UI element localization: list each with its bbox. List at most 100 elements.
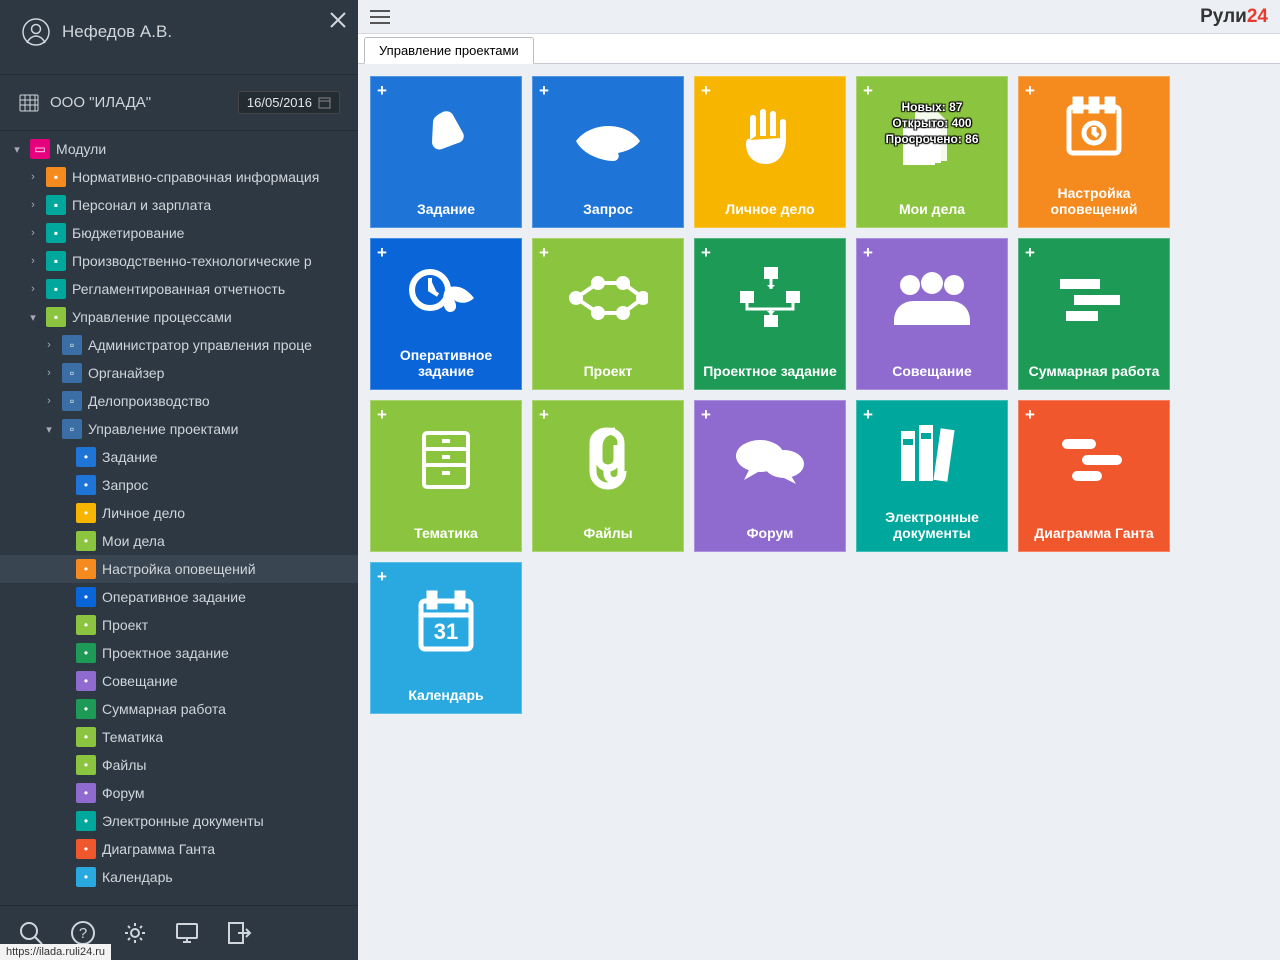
tree-leaf-9[interactable]: • Суммарная работа xyxy=(0,695,358,723)
tree-proc-2[interactable]: › ▫ Делопроизводство xyxy=(0,387,358,415)
leaf-icon: • xyxy=(76,615,96,635)
leaf-icon: • xyxy=(76,839,96,859)
tile-title: Личное дело xyxy=(721,195,818,227)
tree-leaf-1[interactable]: • Запрос xyxy=(0,471,358,499)
tree-leaf-13[interactable]: • Электронные документы xyxy=(0,807,358,835)
status-url: https://ilada.ruli24.ru xyxy=(0,944,111,960)
plus-icon[interactable]: + xyxy=(701,81,711,101)
tree-label: Тематика xyxy=(102,729,163,745)
menu-button[interactable] xyxy=(370,9,390,25)
tile-4[interactable]: + Настройка оповещений xyxy=(1018,76,1170,228)
tree-module-3[interactable]: › ▪ Производственно-технологические р xyxy=(0,247,358,275)
plus-icon[interactable]: + xyxy=(863,405,873,425)
module-icon: ▪ xyxy=(46,251,66,271)
tile-11[interactable]: + Файлы xyxy=(532,400,684,552)
chevron-down-icon: ▾ xyxy=(10,143,24,156)
tree-proc-1[interactable]: › ▫ Органайзер xyxy=(0,359,358,387)
tile-12[interactable]: + Форум xyxy=(694,400,846,552)
user-name: Нефедов А.В. xyxy=(62,22,172,42)
monitor-button[interactable] xyxy=(174,920,200,946)
plus-icon[interactable]: + xyxy=(1025,405,1035,425)
leaf-icon: • xyxy=(76,867,96,887)
tree-root-modules[interactable]: ▾ ▭ Модули xyxy=(0,135,358,163)
tile-7[interactable]: + Проектное задание xyxy=(694,238,846,390)
tile-15[interactable]: + 31 Календарь xyxy=(370,562,522,714)
tree-label: Календарь xyxy=(102,869,173,885)
main-area: Рули24 Управление проектами + Задание + … xyxy=(358,0,1280,960)
plus-icon[interactable]: + xyxy=(539,405,549,425)
tree-label: Модули xyxy=(56,141,106,157)
tile-title: Диаграмма Ганта xyxy=(1030,519,1157,551)
tree-label: Персонал и зарплата xyxy=(72,197,211,213)
plus-icon[interactable]: + xyxy=(377,243,387,263)
tree-module-1[interactable]: › ▪ Персонал и зарплата xyxy=(0,191,358,219)
tile-14[interactable]: + Диаграмма Ганта xyxy=(1018,400,1170,552)
tile-13[interactable]: + Электронные документы xyxy=(856,400,1008,552)
tile-2[interactable]: + Личное дело xyxy=(694,76,846,228)
leaf-icon: • xyxy=(76,727,96,747)
tile-6[interactable]: + Проект xyxy=(532,238,684,390)
date-field[interactable]: 16/05/2016 xyxy=(238,91,340,114)
search-button[interactable] xyxy=(18,920,44,946)
tile-title: Файлы xyxy=(579,519,636,551)
plus-icon[interactable]: + xyxy=(1025,243,1035,263)
tile-10[interactable]: + Тематика xyxy=(370,400,522,552)
module-icon: ▪ xyxy=(46,307,66,327)
tree-leaf-3[interactable]: • Мои дела xyxy=(0,527,358,555)
org-name: ООО "ИЛАДА" xyxy=(50,94,228,111)
tile-9[interactable]: + Суммарная работа xyxy=(1018,238,1170,390)
tree-leaf-12[interactable]: • Форум xyxy=(0,779,358,807)
plus-icon[interactable]: + xyxy=(863,243,873,263)
tree-leaf-8[interactable]: • Совещание xyxy=(0,667,358,695)
module-icon: ▪ xyxy=(46,195,66,215)
plus-icon[interactable]: + xyxy=(377,567,387,587)
plus-icon[interactable]: + xyxy=(539,81,549,101)
tile-0[interactable]: + Задание xyxy=(370,76,522,228)
tree-module-5[interactable]: ▾ ▪ Управление процессами xyxy=(0,303,358,331)
tree-label: Мои дела xyxy=(102,533,165,549)
tile-5[interactable]: + Оперативное задание xyxy=(370,238,522,390)
tree-leaf-2[interactable]: • Личное дело xyxy=(0,499,358,527)
nav-tree[interactable]: ▾ ▭ Модули › ▪ Нормативно-справочная инф… xyxy=(0,131,358,905)
tree-leaf-6[interactable]: • Проект xyxy=(0,611,358,639)
tree-leaf-11[interactable]: • Файлы xyxy=(0,751,358,779)
tree-leaf-5[interactable]: • Оперативное задание xyxy=(0,583,358,611)
tree-leaf-10[interactable]: • Тематика xyxy=(0,723,358,751)
tree-module-0[interactable]: › ▪ Нормативно-справочная информация xyxy=(0,163,358,191)
module-icon: ▫ xyxy=(62,335,82,355)
tab-project-management[interactable]: Управление проектами xyxy=(364,37,534,64)
plus-icon[interactable]: + xyxy=(701,405,711,425)
plus-icon[interactable]: + xyxy=(1025,81,1035,101)
tree-leaf-15[interactable]: • Календарь xyxy=(0,863,358,891)
settings-button[interactable] xyxy=(122,920,148,946)
tile-3[interactable]: + Новых: 87 Открыто: 400 Просрочено: 86 … xyxy=(856,76,1008,228)
tree-leaf-0[interactable]: • Задание xyxy=(0,443,358,471)
chevron-right-icon: › xyxy=(26,255,40,267)
plus-icon[interactable]: + xyxy=(701,243,711,263)
tree-proc-0[interactable]: › ▫ Администратор управления проце xyxy=(0,331,358,359)
plus-icon[interactable]: + xyxy=(539,243,549,263)
tree-leaf-14[interactable]: • Диаграмма Ганта xyxy=(0,835,358,863)
close-sidebar-button[interactable] xyxy=(328,10,348,30)
chevron-right-icon: › xyxy=(42,339,56,351)
tree-module-4[interactable]: › ▪ Регламентированная отчетность xyxy=(0,275,358,303)
tree-leaf-7[interactable]: • Проектное задание xyxy=(0,639,358,667)
tile-title: Мои дела xyxy=(895,195,969,227)
tree-proc-3[interactable]: ▾ ▫ Управление проектами xyxy=(0,415,358,443)
tile-1[interactable]: + Запрос xyxy=(532,76,684,228)
tree-label: Производственно-технологические р xyxy=(72,253,312,269)
tree-label: Совещание xyxy=(102,673,178,689)
plus-icon[interactable]: + xyxy=(863,81,873,101)
tile-icon xyxy=(1056,401,1132,519)
plus-icon[interactable]: + xyxy=(377,405,387,425)
tree-leaf-4[interactable]: • Настройка оповещений xyxy=(0,555,358,583)
chevron-right-icon: › xyxy=(42,395,56,407)
logout-button[interactable] xyxy=(226,920,252,946)
plus-icon[interactable]: + xyxy=(377,81,387,101)
help-button[interactable]: ? xyxy=(70,920,96,946)
user-block[interactable]: Нефедов А.В. xyxy=(0,0,358,74)
tree-module-2[interactable]: › ▪ Бюджетирование xyxy=(0,219,358,247)
tree-label: Файлы xyxy=(102,757,146,773)
tile-8[interactable]: + Совещание xyxy=(856,238,1008,390)
tile-title: Тематика xyxy=(410,519,482,551)
